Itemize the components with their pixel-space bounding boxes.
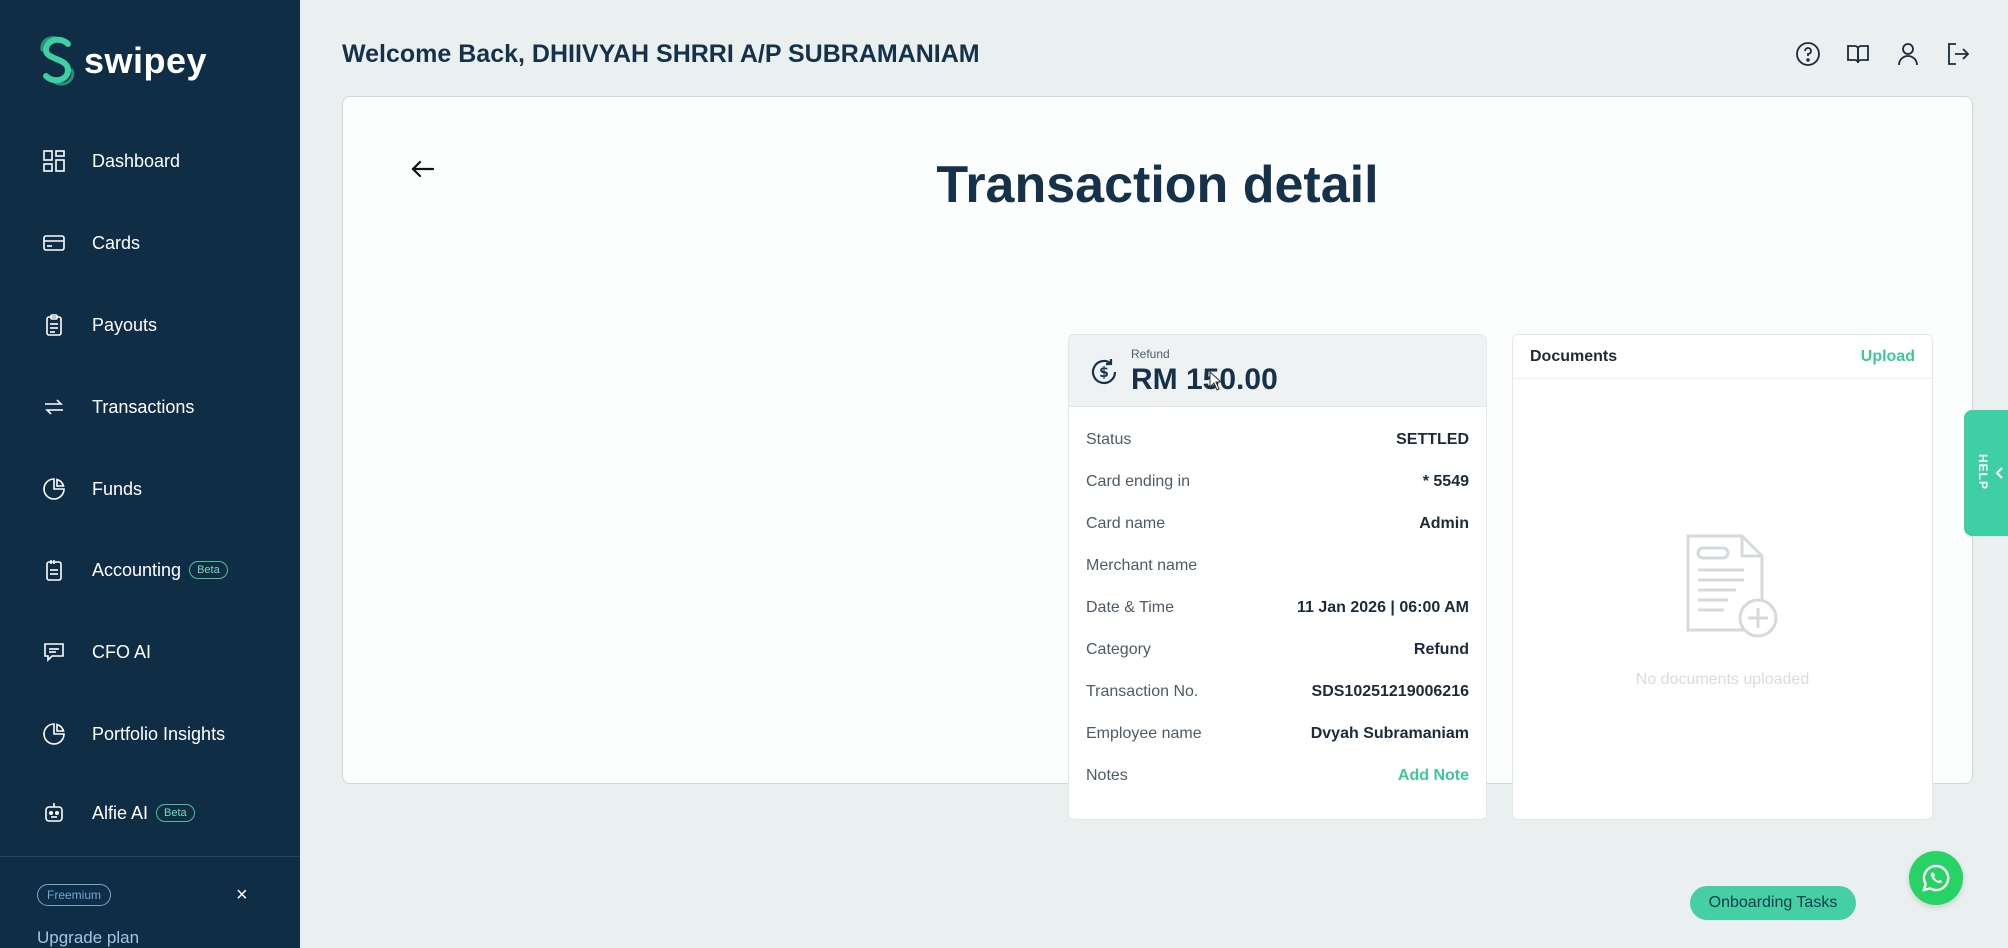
detail-row-employee-name: Employee name Dvyah Subramaniam [1069,713,1486,755]
sidebar-item-portfolio-insights[interactable]: Portfolio Insights [40,718,225,750]
sidebar-item-label: Dashboard [92,150,181,171]
sidebar-item-label: Funds [92,478,143,499]
transaction-summary: $ Refund RM 150.00 [1069,335,1486,407]
book-icon[interactable] [1844,40,1872,68]
detail-row-date-time: Date & Time 11 Jan 2026 | 06:00 AM [1069,587,1486,629]
detail-rows: Status SETTLED Card ending in * 5549 Car… [1069,407,1486,797]
help-tab-label: HELP [1976,454,1990,491]
sidebar: swipey Dashboard Cards Payouts Transacti… [0,0,300,948]
detail-row-category: Category Refund [1069,629,1486,671]
sidebar-divider [0,856,300,857]
plan-badge: Freemium [37,884,112,906]
sidebar-item-label: Transactions [92,396,195,417]
transfer-arrows-icon [40,393,68,421]
upgrade-plan-link[interactable]: Upgrade plan [37,928,139,948]
grid-icon [40,147,68,175]
chat-icon [40,638,68,666]
logout-icon[interactable] [1944,40,1972,68]
onboarding-tasks-button[interactable]: Onboarding Tasks [1690,886,1856,920]
card-ending-value: * 5549 [1422,473,1469,490]
transaction-type-label: Refund [1131,347,1170,361]
whatsapp-button[interactable] [1909,851,1963,905]
sidebar-item-transactions[interactable]: Transactions [40,391,194,423]
documents-header: Documents Upload [1513,335,1932,379]
empty-document-icon [1678,530,1788,640]
accounting-icon [40,556,68,584]
help-side-tab[interactable]: HELP [1964,410,2008,536]
robot-icon [40,799,68,827]
row-label: Employee name [1086,725,1202,742]
user-icon[interactable] [1894,40,1922,68]
sidebar-item-label: Payouts [92,314,158,335]
sidebar-item-dashboard[interactable]: Dashboard [40,145,180,177]
status-value: SETTLED [1396,431,1469,448]
mouse-cursor-icon [1209,370,1223,391]
brand-name: swipey [84,40,208,81]
sidebar-item-cards[interactable]: Cards [40,227,140,259]
row-label: Merchant name [1086,557,1198,574]
swipey-logo-icon [40,36,75,86]
pie-chart-icon [40,720,68,748]
row-label: Status [1086,431,1132,448]
row-label: Card name [1086,515,1166,532]
sidebar-item-payouts[interactable]: Payouts [40,309,157,341]
sidebar-item-alfie-ai[interactable]: Alfie AI Beta [40,797,195,829]
transaction-detail-card: $ Refund RM 150.00 Status SETTLED Card e… [1068,334,1487,820]
header-actions [1794,40,1972,68]
sidebar-item-label: Alfie AI [92,802,149,823]
detail-row-status: Status SETTLED [1069,419,1486,461]
clipboard-icon [40,311,68,339]
beta-badge: Beta [189,561,228,579]
row-label: Category [1086,641,1151,658]
welcome-message: Welcome Back, DHIIVYAH SHRRI A/P SUBRAMA… [342,40,980,68]
empty-state-text: No documents uploaded [1635,671,1810,688]
card-icon [40,229,68,257]
help-icon[interactable] [1794,40,1822,68]
close-icon[interactable]: × [236,884,248,907]
main-panel: Transaction detail $ Refund RM 150.00 St… [342,96,1973,820]
upload-button[interactable]: Upload [1861,348,1915,366]
card-name-value: Admin [1419,515,1469,532]
row-label: Transaction No. [1086,683,1199,700]
sidebar-item-accounting[interactable]: Accounting Beta [40,554,228,586]
refund-dollar-icon: $ [1089,357,1119,387]
sidebar-item-label: Accounting [92,559,182,580]
detail-row-merchant-name: Merchant name [1069,545,1486,587]
sidebar-item-label: CFO AI [92,641,152,662]
transaction-amount: RM 150.00 [1131,363,1278,396]
sidebar-item-cfo-ai[interactable]: CFO AI [40,636,151,668]
documents-title: Documents [1530,347,1618,365]
detail-row-transaction-no: Transaction No. SDS10251219006216 [1069,671,1486,713]
svg-text:$: $ [1099,365,1109,381]
transaction-no-value: SDS10251219006216 [1311,683,1469,700]
beta-badge: Beta [156,804,195,822]
pie-chart-icon [40,475,68,503]
chevron-left-icon [1994,466,2004,480]
documents-card: Documents Upload No documents uploaded [1512,334,1933,820]
sidebar-item-label: Portfolio Insights [92,723,226,744]
row-label: Card ending in [1086,473,1191,490]
employee-name-value: Dvyah Subramaniam [1310,725,1469,742]
detail-row-card-ending: Card ending in * 5549 [1069,461,1486,503]
date-time-value: 11 Jan 2026 | 06:00 AM [1297,599,1469,616]
row-label: Notes [1086,767,1128,784]
row-label: Date & Time [1086,599,1175,616]
page-title: Transaction detail [936,156,1379,214]
detail-row-notes: Notes Add Note [1069,755,1486,797]
sidebar-item-label: Cards [92,232,141,253]
whatsapp-icon [1922,864,1950,892]
add-note-button[interactable]: Add Note [1398,767,1469,785]
brand-logo[interactable]: swipey [38,36,207,86]
sidebar-item-funds[interactable]: Funds [40,473,142,505]
detail-row-card-name: Card name Admin [1069,503,1486,545]
category-value: Refund [1413,641,1469,658]
